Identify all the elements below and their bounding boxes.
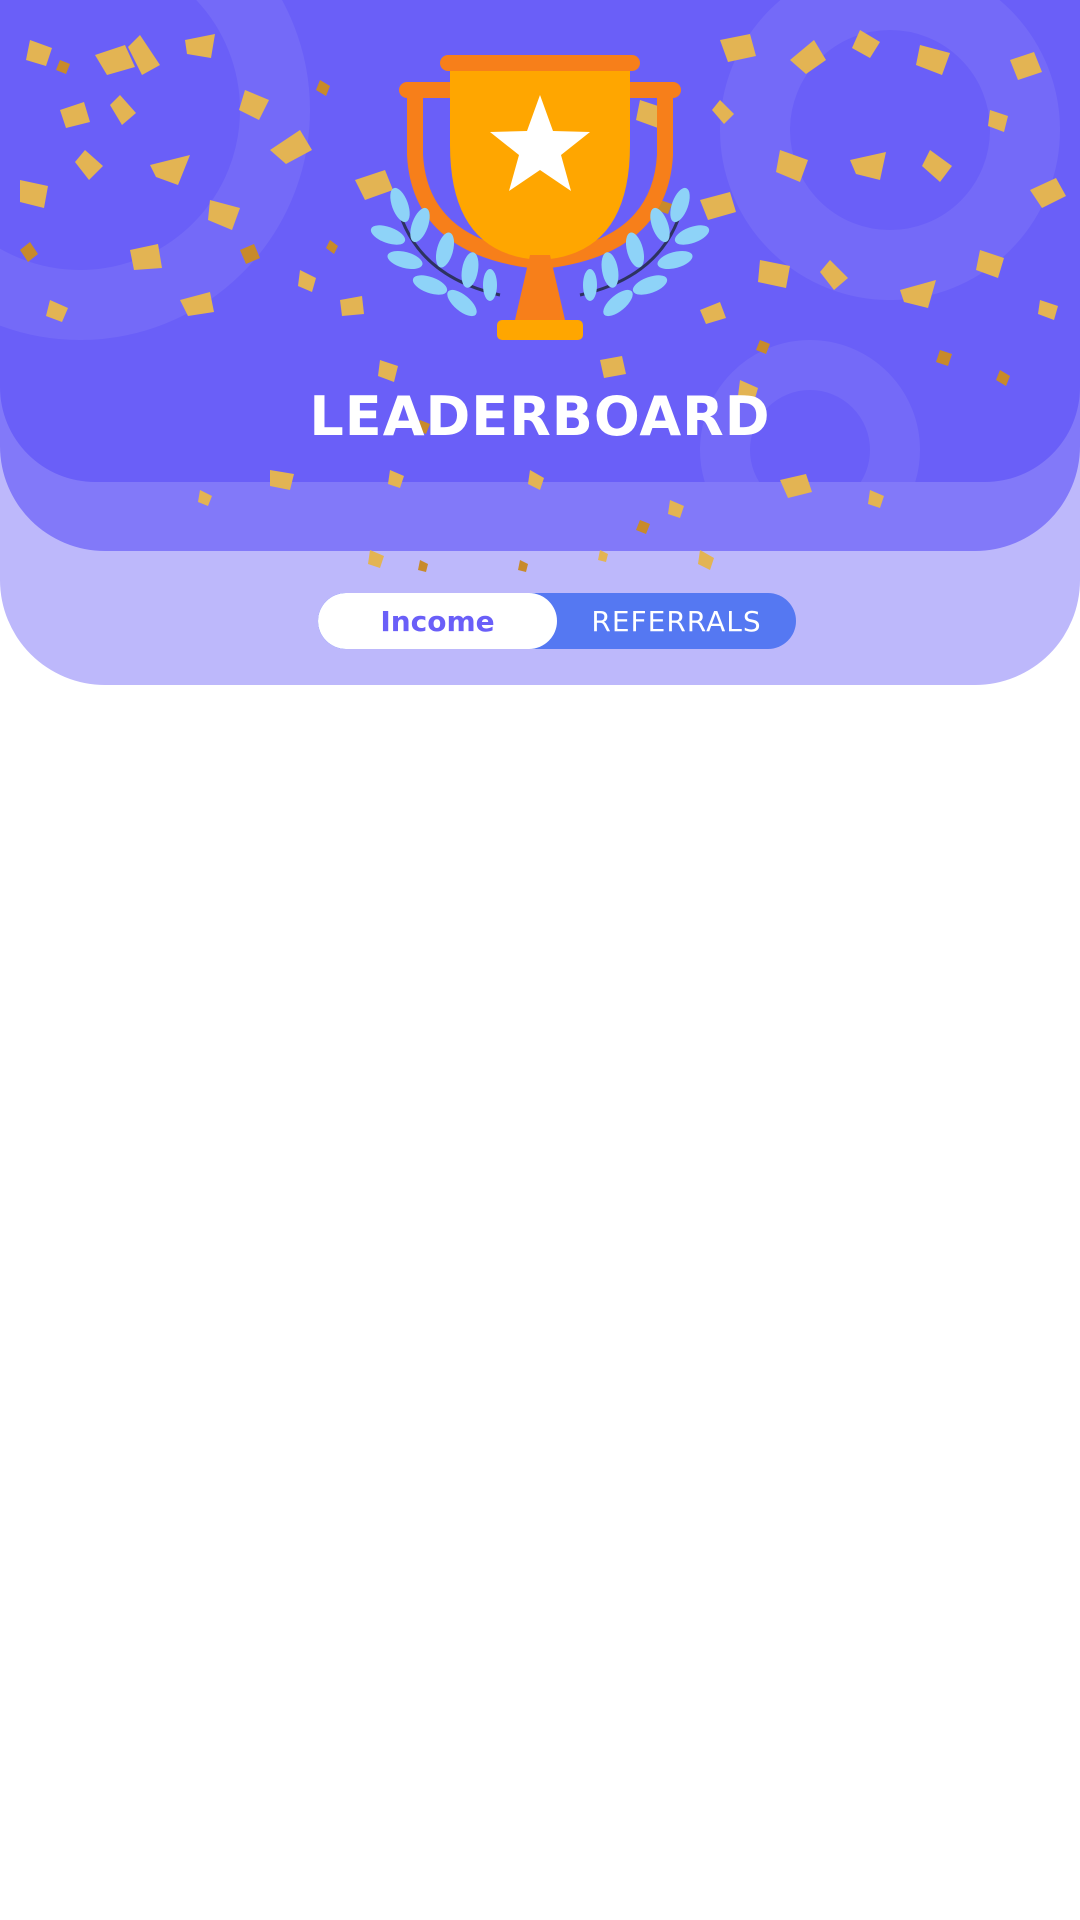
page-title: LEADERBOARD	[309, 385, 771, 448]
leaderboard-type-toggle: Income REFERRALS	[318, 593, 796, 649]
leaderboard-screen: LEADERBOARD Income REFERRALS	[0, 0, 1080, 1920]
trophy-star-laurel-icon	[370, 55, 710, 340]
tab-income[interactable]: Income	[318, 593, 557, 649]
decorative-swirl	[0, 0, 310, 340]
decorative-swirl	[720, 0, 1060, 300]
tab-referrals[interactable]: REFERRALS	[557, 593, 796, 649]
